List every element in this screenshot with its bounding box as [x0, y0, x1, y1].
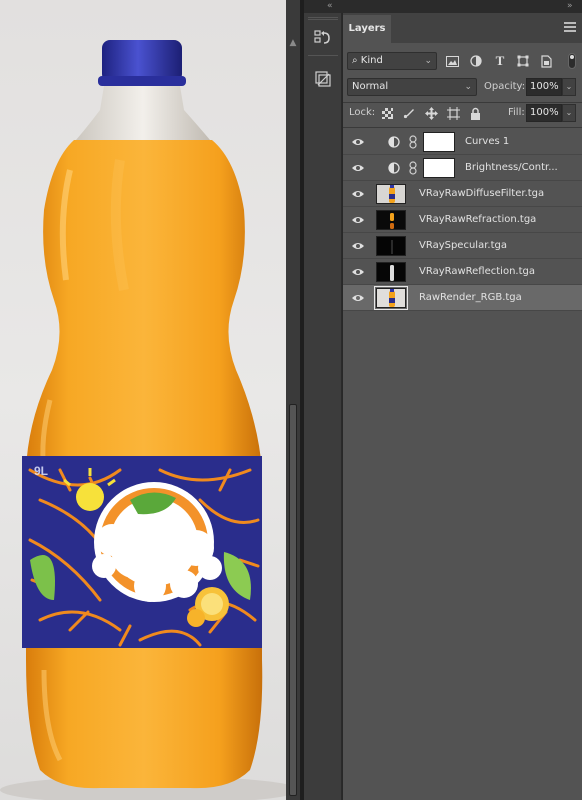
layer-row-diffuse-filter[interactable]: VRayRawDiffuseFilter.tga — [343, 181, 582, 207]
layers-tab-bar: Layers — [343, 13, 582, 43]
lock-fill-row: Lock: Fill: 100% ⌄ — [343, 104, 582, 126]
collapsed-panel-dock — [304, 13, 342, 800]
filter-kind-dropdown[interactable]: ⌕ Kind ⌄ — [347, 52, 437, 70]
layer-thumbnail[interactable] — [376, 210, 406, 230]
history-icon — [314, 30, 330, 44]
lock-label: Lock: — [349, 107, 376, 118]
layer-name[interactable]: VRaySpecular.tga — [419, 233, 507, 259]
opacity-dropdown-button[interactable]: ⌄ — [562, 78, 576, 96]
chevron-down-icon: ⌄ — [424, 56, 432, 66]
dock-grip[interactable] — [308, 17, 338, 20]
visibility-eye-icon[interactable] — [351, 162, 365, 174]
filter-type-icon[interactable]: T — [493, 53, 507, 68]
layer-thumbnail[interactable] — [376, 262, 406, 282]
mask-link-icon[interactable] — [408, 135, 418, 149]
visibility-eye-icon[interactable] — [351, 214, 365, 226]
layer-comps-icon — [315, 71, 331, 87]
lock-all-icon[interactable] — [468, 106, 482, 120]
scroll-up-arrow[interactable]: ▲ — [286, 38, 300, 48]
layer-mask-thumbnail[interactable] — [423, 132, 455, 152]
panel-dock-header: « » — [304, 0, 582, 13]
layer-thumbnail[interactable] — [374, 286, 408, 310]
layer-name[interactable]: VRayRawDiffuseFilter.tga — [419, 181, 544, 207]
collapse-left-button[interactable]: « — [327, 0, 333, 13]
search-icon: ⌕ — [352, 55, 358, 66]
layers-list: Curves 1 Brightness/Contr... VRayRawDiff… — [343, 129, 582, 311]
lock-image-pixels-icon[interactable] — [402, 106, 416, 120]
layer-name[interactable]: RawRender_RGB.tga — [419, 285, 522, 311]
opacity-label: Opacity: — [484, 81, 526, 92]
opacity-input[interactable]: 100% — [526, 78, 562, 96]
canvas-vertical-scrollbar[interactable]: ▲ — [286, 0, 300, 800]
brightness-icon — [388, 162, 400, 174]
blend-opacity-row: Normal ⌄ Opacity: 100% ⌄ — [343, 77, 582, 99]
history-panel-button[interactable] — [310, 26, 336, 50]
layer-row-curves[interactable]: Curves 1 — [343, 129, 582, 155]
lock-artboard-icon[interactable] — [446, 106, 460, 120]
curves-icon — [388, 136, 400, 148]
visibility-eye-icon[interactable] — [351, 240, 365, 252]
fill-label: Fill: — [508, 107, 525, 118]
fill-input[interactable]: 100% — [526, 104, 562, 122]
layer-name[interactable]: VRayRawRefraction.tga — [419, 207, 536, 233]
layer-row-brightness-contrast[interactable]: Brightness/Contr... — [343, 155, 582, 181]
filter-shape-icon[interactable] — [516, 54, 530, 68]
lock-position-icon[interactable] — [424, 106, 438, 120]
visibility-eye-icon[interactable] — [351, 136, 365, 148]
layers-panel: Layers ⌕ Kind ⌄ T Normal ⌄ Opacity: 100%… — [343, 13, 582, 800]
visibility-eye-icon[interactable] — [351, 188, 365, 200]
mask-link-icon[interactable] — [408, 161, 418, 175]
filter-toggle-switch[interactable] — [568, 53, 576, 69]
lock-transparent-pixels-icon[interactable] — [380, 106, 394, 120]
tab-layers[interactable]: Layers — [343, 15, 391, 43]
layer-comps-panel-button[interactable] — [310, 67, 336, 91]
collapse-right-button[interactable]: » — [567, 0, 573, 13]
blend-mode-dropdown[interactable]: Normal ⌄ — [347, 78, 477, 96]
visibility-eye-icon[interactable] — [351, 292, 365, 304]
blend-mode-value: Normal — [352, 81, 389, 92]
layer-row-raw-render[interactable]: RawRender_RGB.tga — [343, 285, 582, 311]
filter-adjustment-icon[interactable] — [469, 54, 483, 68]
chevron-down-icon: ⌄ — [464, 82, 472, 92]
panel-menu-icon[interactable] — [564, 22, 576, 32]
layer-mask-thumbnail[interactable] — [423, 158, 455, 178]
layer-thumbnail[interactable] — [376, 236, 406, 256]
layer-thumbnail[interactable] — [376, 184, 406, 204]
layer-row-reflection[interactable]: VRayRawReflection.tga — [343, 259, 582, 285]
svg-text:9L: 9L — [34, 464, 48, 478]
visibility-eye-icon[interactable] — [351, 266, 365, 278]
filter-pixel-icon[interactable] — [445, 54, 459, 68]
fill-dropdown-button[interactable]: ⌄ — [562, 104, 576, 122]
layer-name[interactable]: Curves 1 — [465, 129, 509, 155]
dock-divider — [308, 55, 338, 56]
layer-name[interactable]: Brightness/Contr... — [465, 155, 577, 181]
layer-row-refraction[interactable]: VRayRawRefraction.tga — [343, 207, 582, 233]
panel-separator — [343, 127, 582, 128]
layer-name[interactable]: VRayRawReflection.tga — [419, 259, 535, 285]
filter-kind-label: Kind — [360, 55, 383, 66]
document-canvas[interactable]: 9L — [0, 0, 286, 800]
scrollbar-thumb[interactable] — [289, 404, 297, 796]
layer-row-specular[interactable]: VRaySpecular.tga — [343, 233, 582, 259]
panel-separator — [343, 102, 582, 103]
bottle-artwork: 9L — [0, 40, 286, 800]
filter-smart-object-icon[interactable] — [539, 54, 553, 68]
layer-filter-row: ⌕ Kind ⌄ T — [343, 51, 582, 73]
